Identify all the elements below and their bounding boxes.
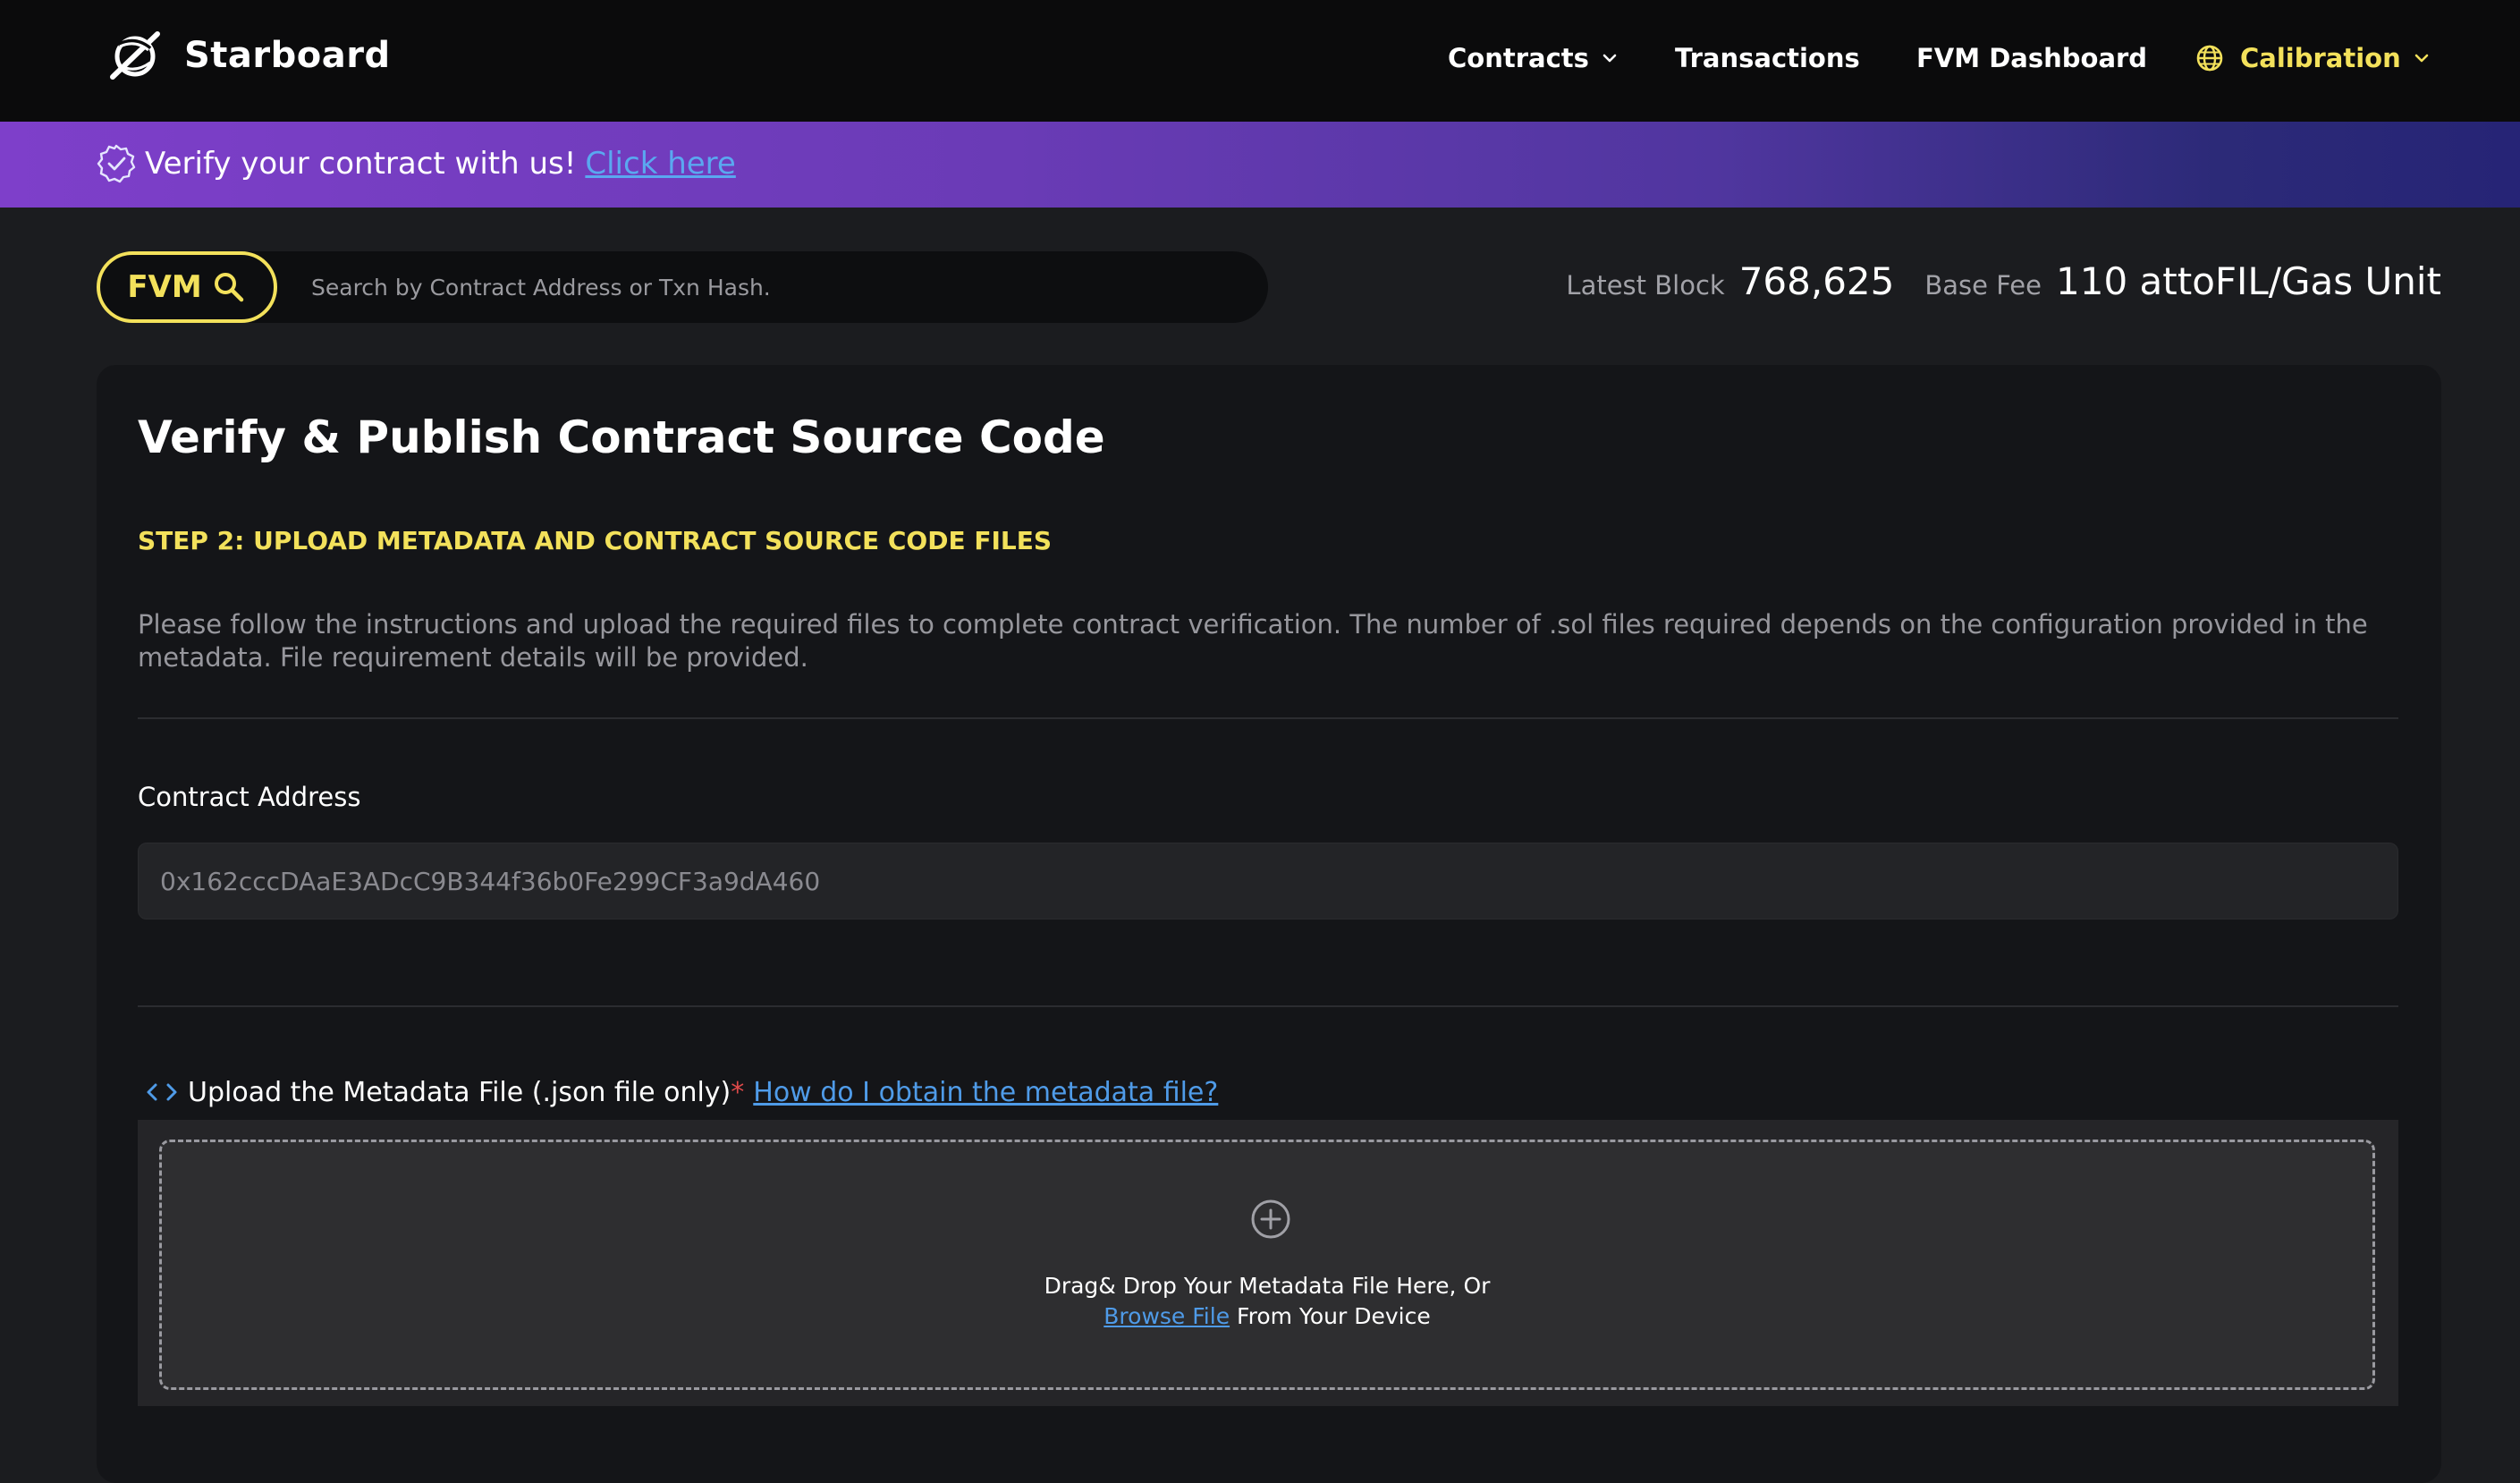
search-input[interactable] [311,251,1241,323]
add-circle-icon [1251,1199,1290,1239]
banner-click-here-link[interactable]: Click here [585,146,735,182]
contract-address-label: Contract Address [138,782,361,812]
verify-banner: Verify your contract with us! Click here [0,122,2520,208]
contract-address-field[interactable] [138,843,2398,919]
latest-block-label: Latest Block [1566,270,1725,301]
globe-icon [2196,45,2223,72]
metadata-dropzone[interactable]: Drag& Drop Your Metadata File Here, Or B… [159,1140,2375,1390]
code-icon [147,1083,177,1101]
base-fee-label: Base Fee [1924,270,2042,301]
chevron-down-icon [2414,54,2429,63]
dropzone-suffix: From Your Device [1230,1303,1431,1329]
top-navbar: Starboard Contracts Transactions FVM Das… [0,0,2520,122]
dropzone-instruction: Drag& Drop Your Metadata File Here, Or [1044,1273,1491,1299]
search-bar: FVM [97,251,1268,323]
browse-file-link[interactable]: Browse File [1104,1303,1230,1329]
network-selector-dropdown[interactable]: Calibration [2195,39,2431,77]
metadata-upload-header: Upload the Metadata File (.json file onl… [145,1070,1218,1114]
network-label: Calibration [2240,43,2401,73]
dropzone-browse-row: Browse File From Your Device [162,1303,2372,1329]
nav-fvm-dashboard-link[interactable]: FVM Dashboard [1916,39,2147,77]
nav-contracts-dropdown[interactable]: Contracts [1448,39,1619,77]
section-divider [138,717,2398,719]
metadata-help-link[interactable]: How do I obtain the metadata file? [753,1077,1218,1108]
brand-home-link[interactable]: Starboard [106,27,391,84]
nav-transactions-link[interactable]: Transactions [1675,39,1860,77]
metadata-upload-label: Upload the Metadata File (.json file onl… [188,1076,731,1108]
banner-text: Verify your contract with us! [145,146,577,182]
nav-transactions-label: Transactions [1675,43,1860,73]
network-stats: Latest Block 768,625 Base Fee 110 attoFI… [1566,259,2441,313]
search-scope-label: FVM [127,269,202,305]
search-scope-button[interactable]: FVM [97,251,277,323]
required-marker: * [731,1076,745,1108]
step-heading: STEP 2: UPLOAD METADATA AND CONTRACT SOU… [138,526,1053,555]
nav-contracts-label: Contracts [1448,43,1589,73]
brand-name: Starboard [184,35,391,76]
banner-message: Verify your contract with us! Click here [145,143,736,184]
nav-fvm-dashboard-label: FVM Dashboard [1916,43,2148,73]
instructions-text: Please follow the instructions and uploa… [138,609,2368,673]
starboard-logo-icon [110,31,160,80]
search-icon [214,273,243,302]
base-fee-value: 110 attoFIL/Gas Unit [2056,259,2441,303]
verify-card: Verify & Publish Contract Source Code ST… [97,365,2441,1483]
latest-block-value: 768,625 [1738,259,1895,303]
metadata-dropzone-container: Drag& Drop Your Metadata File Here, Or B… [138,1120,2398,1406]
chevron-down-icon [1602,54,1617,63]
page-title: Verify & Publish Contract Source Code [138,411,1105,463]
section-divider [138,1005,2398,1007]
verified-badge-icon [97,144,136,183]
